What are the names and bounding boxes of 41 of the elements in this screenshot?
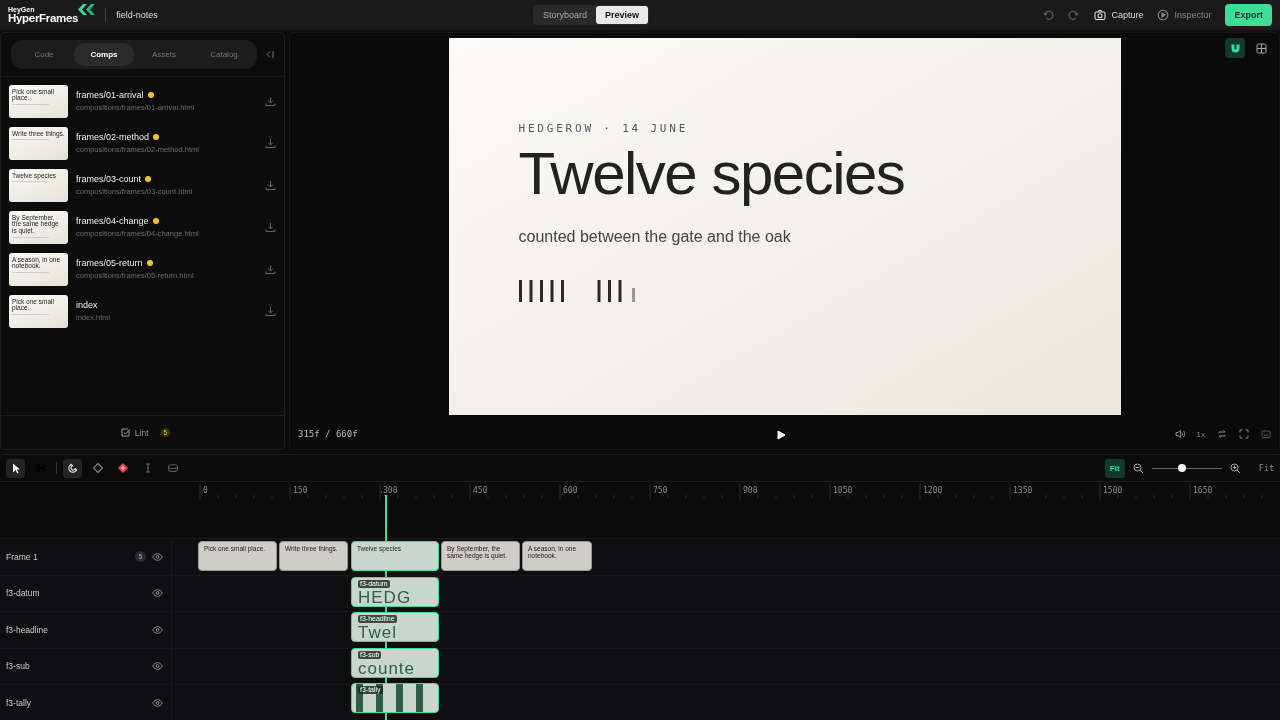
composition-name[interactable]: frames/02-method — [76, 132, 150, 142]
track-name: f3-headline — [6, 624, 50, 635]
ruler-label: 450 — [472, 486, 489, 495]
composition-name[interactable]: frames/03-count — [76, 174, 142, 184]
composition-name[interactable]: frames/01-arrival — [76, 90, 144, 100]
track-name: f3-sub — [6, 661, 31, 672]
ruler-label: 0 — [202, 486, 209, 495]
ruler-label: 1650 — [1192, 486, 1214, 495]
slide-subtitle: counted between the gate and the oak — [518, 228, 792, 246]
track-name: Frame 1 — [6, 551, 39, 562]
sidebar-tab[interactable]: Assets — [134, 43, 194, 66]
sidebar-tab[interactable]: Comps — [74, 43, 134, 66]
ruler-label: 300 — [382, 486, 399, 495]
project-name: field-notes — [116, 10, 158, 20]
slide-datum: HEDGEROW · 14 JUNE — [518, 122, 690, 135]
fit-button[interactable]: Fit — [1104, 458, 1125, 478]
ruler-label: 1050 — [832, 486, 854, 495]
lint-button[interactable]: Lint — [114, 426, 155, 439]
view-tab[interactable]: Storyboard — [534, 6, 597, 24]
speed-button[interactable]: 1x — [1196, 429, 1205, 439]
ruler-label: 600 — [562, 486, 579, 495]
capture-button[interactable]: Capture — [1094, 9, 1144, 21]
frame-counter: 315f / 660f — [298, 429, 358, 439]
track-name: f3-tally — [6, 697, 33, 708]
sidebar-tab[interactable]: Catalog — [194, 43, 254, 66]
track-name: f3-datum — [6, 588, 41, 599]
composition-name[interactable]: index — [76, 300, 98, 310]
ruler-label: 1200 — [922, 486, 944, 495]
sidebar-tab[interactable]: Code — [14, 43, 74, 66]
ruler-label: 1500 — [1102, 486, 1124, 495]
composition-name[interactable]: frames/05-return — [76, 258, 143, 268]
composition-name[interactable]: frames/04-change — [76, 216, 149, 226]
ruler-label: 900 — [742, 486, 759, 495]
slide-headline: Twelve species — [518, 144, 906, 204]
inspector-button[interactable]: Inspector — [1157, 9, 1212, 21]
fit-label: Fit — [1258, 463, 1274, 473]
ruler-label: 1350 — [1012, 486, 1034, 495]
ruler-label: 150 — [292, 486, 309, 495]
view-tab[interactable]: Preview — [596, 6, 649, 24]
export-button[interactable]: Export — [1225, 4, 1272, 26]
ruler-label: 750 — [652, 486, 669, 495]
